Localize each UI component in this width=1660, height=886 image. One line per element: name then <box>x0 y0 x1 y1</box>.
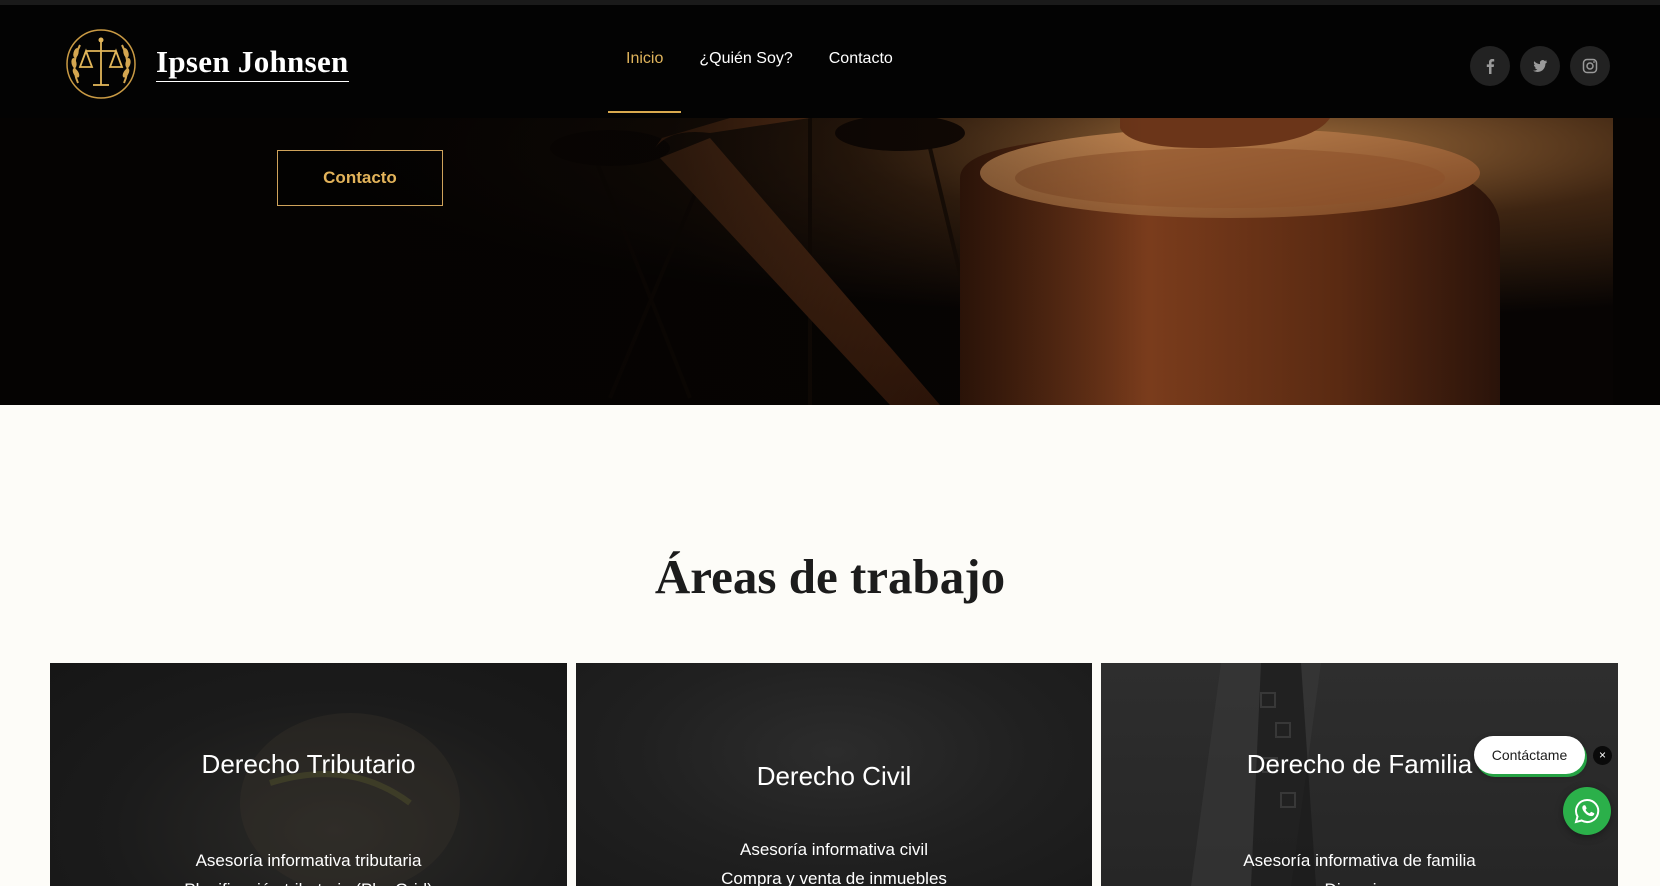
social-links <box>1470 46 1610 86</box>
service-card-familia[interactable]: Derecho de Familia Asesoría informativa … <box>1101 663 1618 886</box>
facebook-icon[interactable] <box>1470 46 1510 86</box>
whatsapp-icon <box>1574 798 1600 824</box>
nav-item-quien-soy[interactable]: ¿Quién Soy? <box>681 5 810 113</box>
card-title: Derecho Civil <box>756 761 912 791</box>
card-list-item: Planificación tributaria (PlanGrid) <box>50 875 567 886</box>
card-list-item: Compra y venta de inmuebles <box>721 869 947 886</box>
section-title: Áreas de trabajo <box>654 549 1006 604</box>
nav-item-contacto[interactable]: Contacto <box>811 5 911 113</box>
brand-name: Ipsen Johnsen <box>156 46 349 82</box>
site-header: Ipsen Johnsen Inicio ¿Quién Soy? Contact… <box>0 0 1660 118</box>
hero-contact-button[interactable]: Contacto <box>277 150 443 206</box>
whatsapp-button[interactable] <box>1563 787 1611 835</box>
twitter-icon[interactable] <box>1520 46 1560 86</box>
site-logo[interactable]: Ipsen Johnsen <box>64 27 349 101</box>
service-card-civil[interactable]: Derecho Civil Asesoría informativa civil… <box>576 663 1092 886</box>
card-list-item: Asesoría informativa de familia <box>1243 851 1476 870</box>
card-list-item: Asesoría informativa civil <box>739 840 928 859</box>
card-list: Asesoría informativa civil Compra y vent… <box>576 835 1092 886</box>
scales-of-justice-laurel-icon <box>66 29 136 99</box>
card-title: Derecho Tributario <box>201 749 416 779</box>
nav-item-inicio[interactable]: Inicio <box>608 5 682 113</box>
instagram-icon[interactable] <box>1570 46 1610 86</box>
hero-banner: Contacto <box>0 118 1660 405</box>
card-list: Asesoría informativa tributaria Planific… <box>50 846 567 886</box>
card-list-item: Asesoría informativa tributaria <box>195 851 422 870</box>
card-list: Asesoría informativa de familia Divorcio… <box>1101 846 1618 886</box>
service-card-tributario[interactable]: Derecho Tributario Asesoría informativa … <box>50 663 567 886</box>
main-nav: Inicio ¿Quién Soy? Contacto <box>608 5 911 123</box>
whatsapp-contact-bubble[interactable]: Contáctame <box>1474 736 1585 774</box>
card-list-item: Divorcios <box>1101 875 1618 886</box>
close-icon[interactable]: × <box>1593 746 1612 765</box>
